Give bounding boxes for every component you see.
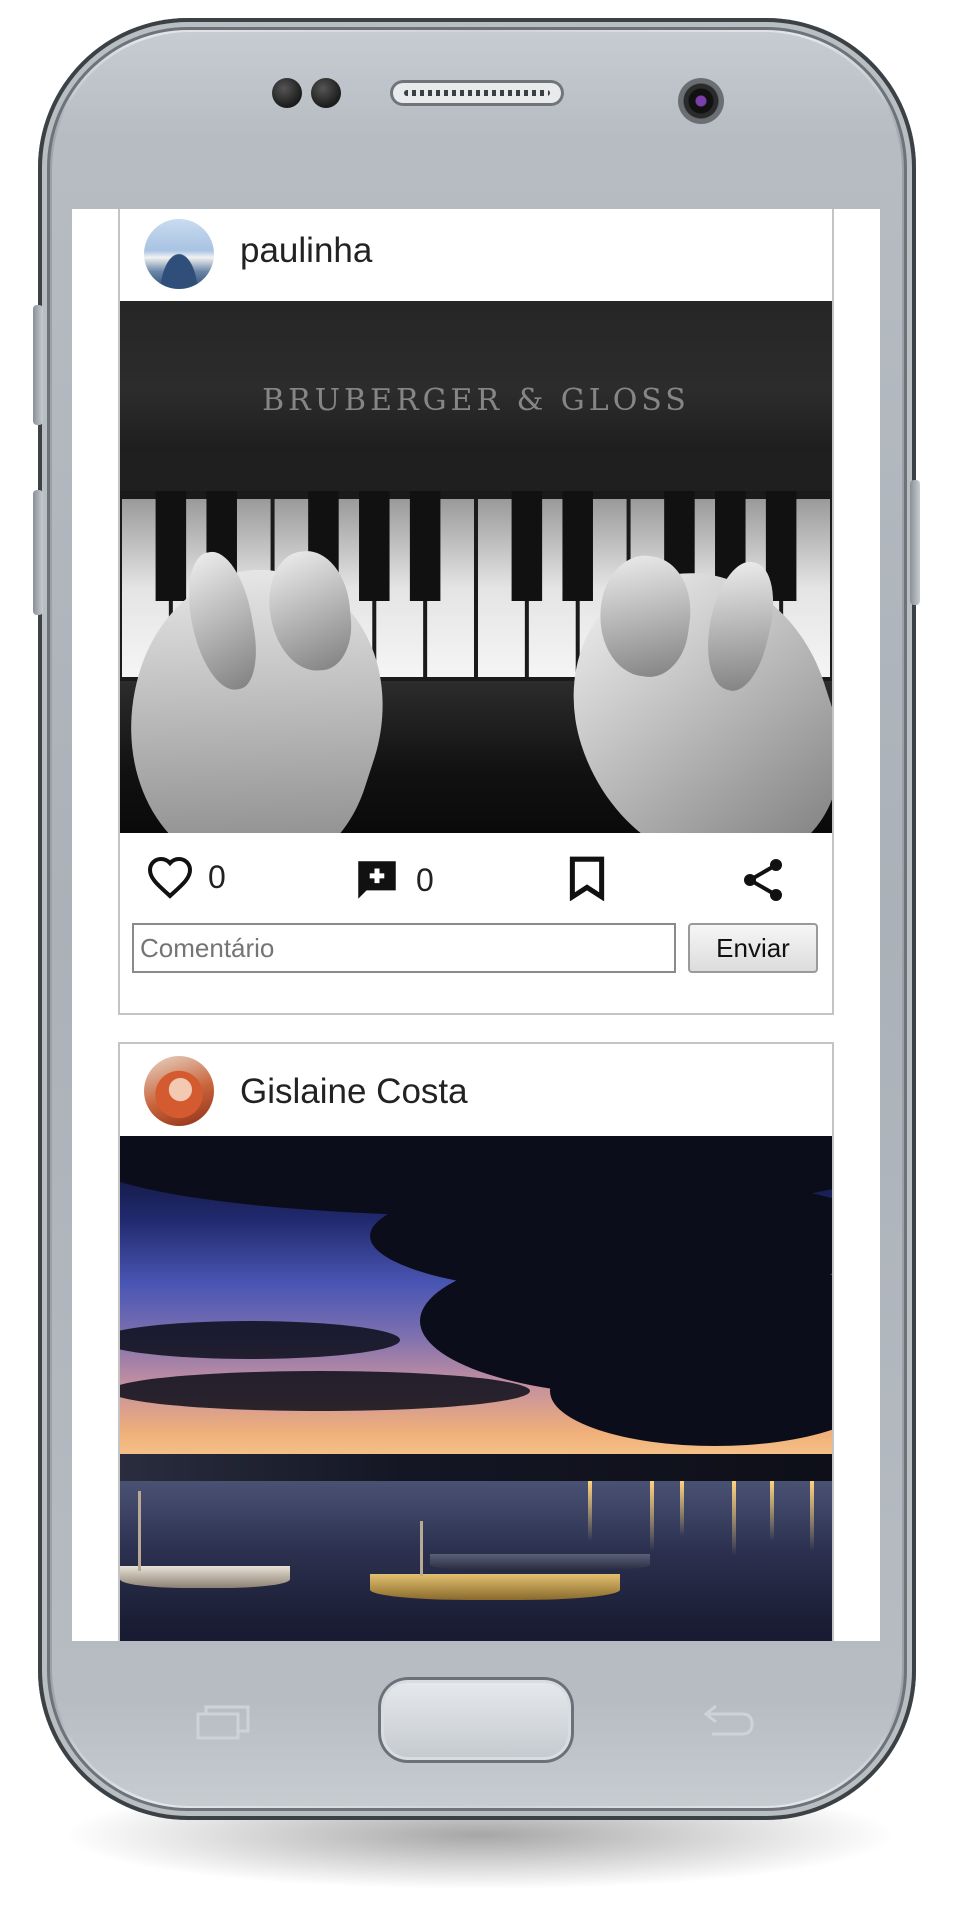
volume-button bbox=[33, 305, 43, 425]
app-screen: paulinha BRUBERGER & GLOSS 0 0 Comentári… bbox=[72, 209, 880, 1641]
comment-count: 0 bbox=[416, 861, 434, 898]
heart-outline-icon bbox=[147, 856, 193, 899]
bookmark-outline-icon bbox=[569, 856, 605, 901]
avatar[interactable] bbox=[144, 1056, 214, 1126]
post-header: paulinha bbox=[120, 209, 832, 301]
save-button[interactable] bbox=[566, 855, 608, 901]
recent-apps-icon[interactable] bbox=[196, 1704, 250, 1740]
share-icon bbox=[744, 859, 782, 901]
avatar[interactable] bbox=[144, 219, 214, 289]
earpiece-speaker bbox=[390, 80, 564, 106]
post-photo[interactable]: BRUBERGER & GLOSS bbox=[120, 301, 832, 833]
sensor-dot bbox=[311, 78, 341, 108]
post-actions: 0 0 bbox=[120, 833, 832, 923]
front-camera bbox=[678, 78, 724, 124]
add-comment-icon bbox=[358, 861, 396, 899]
sensor-dot bbox=[272, 78, 302, 108]
send-button[interactable]: Enviar bbox=[688, 923, 818, 973]
feed-post: Gislaine Costa bbox=[118, 1042, 834, 1641]
like-button[interactable]: 0 bbox=[146, 855, 226, 899]
comment-row: Enviar bbox=[120, 923, 832, 983]
post-photo[interactable] bbox=[120, 1136, 832, 1641]
bixby-button bbox=[33, 490, 43, 615]
like-count: 0 bbox=[208, 858, 226, 895]
share-button[interactable] bbox=[740, 855, 788, 905]
comment-input[interactable] bbox=[132, 923, 676, 973]
piano-brand-text: BRUBERGER & GLOSS bbox=[262, 383, 690, 418]
post-username[interactable]: Gislaine Costa bbox=[240, 1072, 468, 1112]
post-header: Gislaine Costa bbox=[120, 1044, 832, 1136]
power-button bbox=[910, 480, 920, 605]
post-username[interactable]: paulinha bbox=[240, 231, 372, 271]
feed-post: paulinha BRUBERGER & GLOSS 0 0 Comentári… bbox=[118, 209, 834, 1015]
comment-button[interactable]: 0 bbox=[352, 855, 434, 905]
home-button[interactable] bbox=[378, 1677, 574, 1763]
back-icon[interactable] bbox=[702, 1700, 756, 1740]
